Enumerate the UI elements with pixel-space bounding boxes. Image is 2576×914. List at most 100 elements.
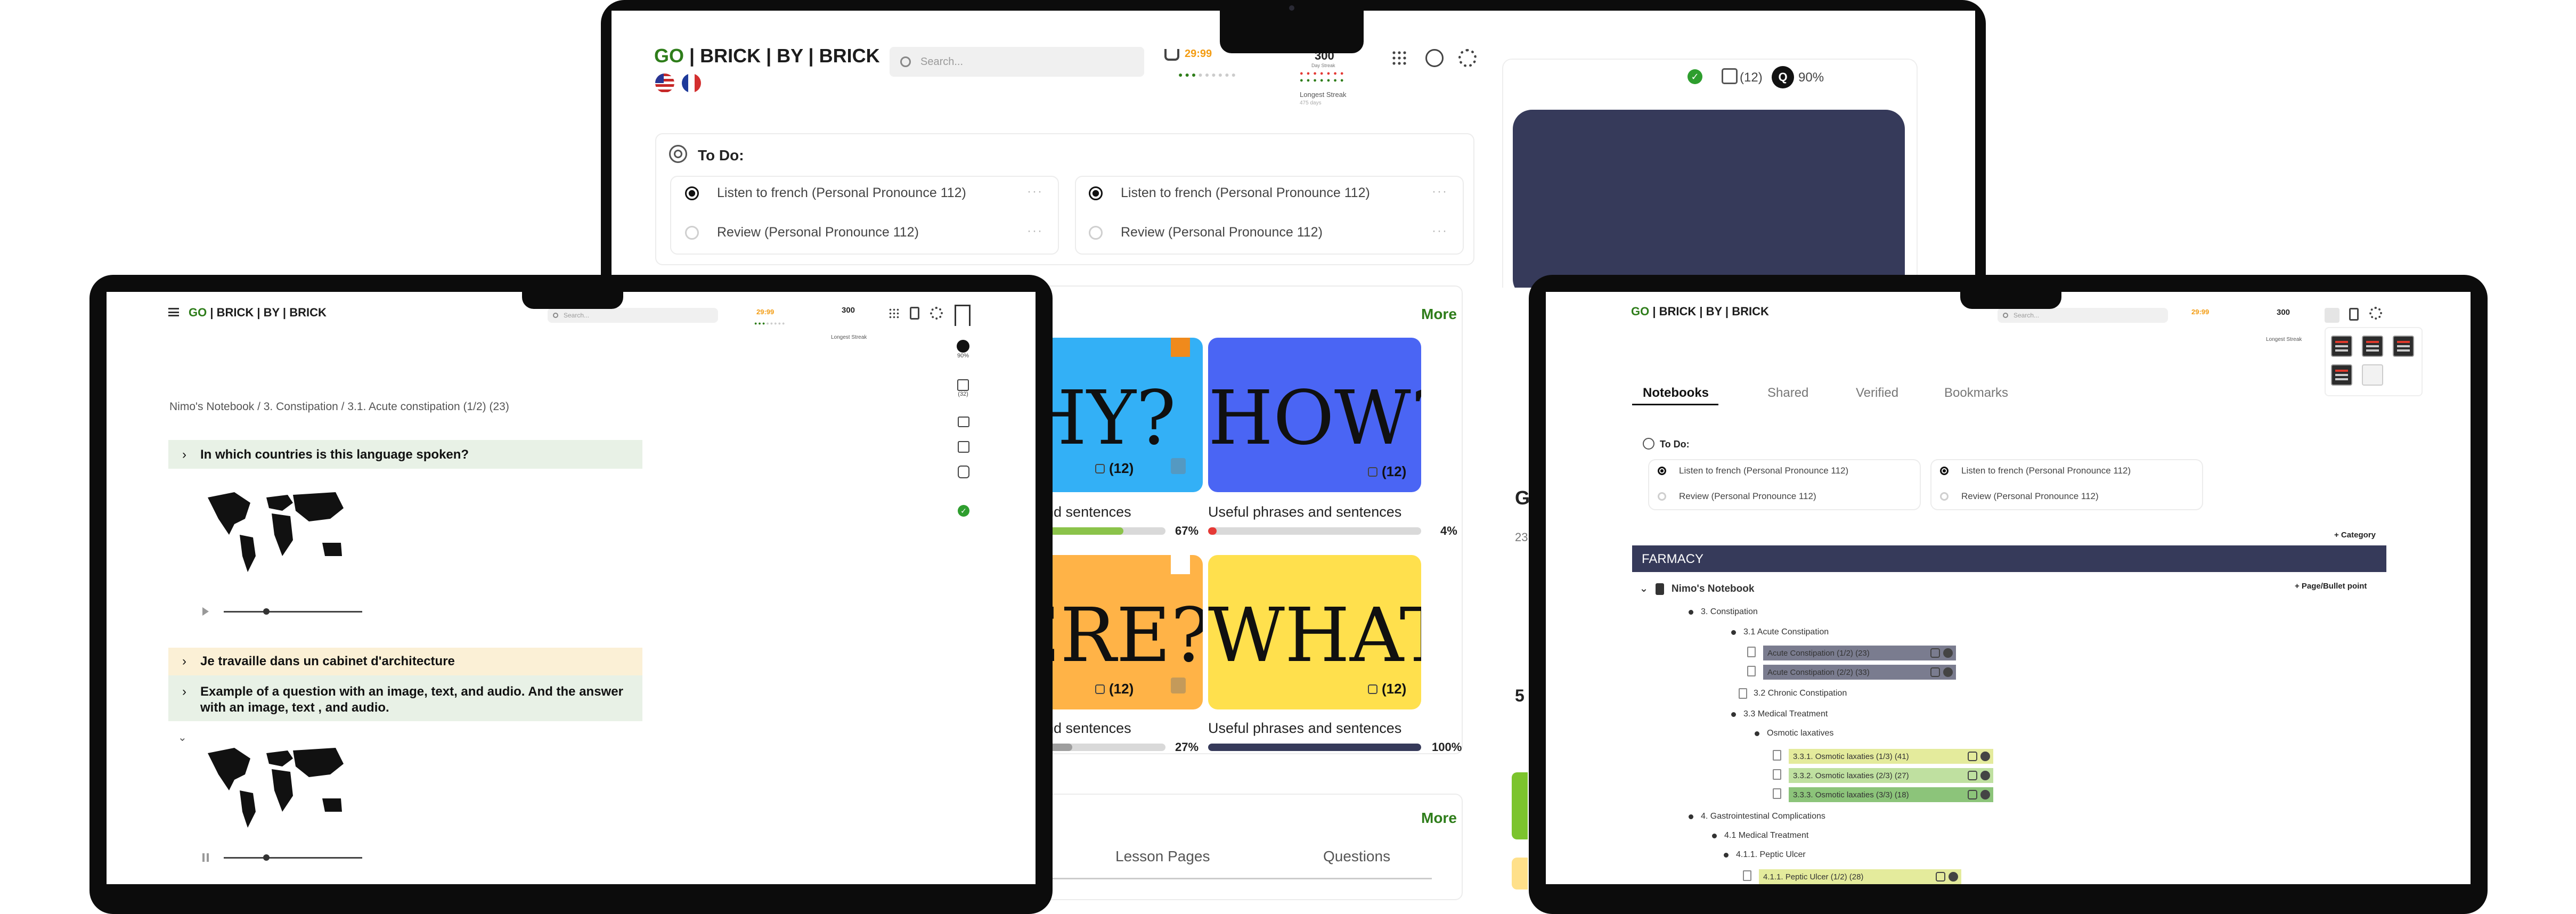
- app-logo[interactable]: GO | BRICK | BY | BRICK: [1631, 305, 1769, 319]
- audio-player[interactable]: [202, 852, 373, 863]
- tree-page-label[interactable]: Acute Constipation (1/2) (23): [1763, 646, 1956, 660]
- side-calendar[interactable]: (32): [952, 379, 974, 397]
- settings-gear-icon[interactable]: [1458, 49, 1477, 67]
- tree-page[interactable]: [1773, 788, 1788, 799]
- todo-item[interactable]: Review (Personal Pronounce 112): [1940, 491, 2099, 502]
- tree-item[interactable]: 4. Gastrointestinal Complications: [1689, 812, 1825, 821]
- tree-page-label[interactable]: 3.3.3. Osmotic laxaties (3/3) (18): [1789, 787, 1993, 802]
- tree-page-label[interactable]: 3.3.1. Osmotic laxaties (1/3) (41): [1789, 749, 1993, 764]
- todo-item[interactable]: Listen to french (Personal Pronounce 112…: [1089, 185, 1370, 201]
- calculator-icon[interactable]: [910, 307, 919, 320]
- todo-item[interactable]: Listen to french (Personal Pronounce 112…: [685, 185, 966, 201]
- tab-lesson-pages[interactable]: Lesson Pages: [1115, 848, 1210, 865]
- bookmark-icon[interactable]: [955, 305, 971, 326]
- us-flag-icon[interactable]: [655, 74, 674, 93]
- tab-verified[interactable]: Verified: [1856, 386, 1898, 401]
- settings-gear-icon[interactable]: [930, 307, 943, 320]
- fr-flag-icon[interactable]: [682, 74, 701, 93]
- tree-page[interactable]: [1773, 750, 1788, 761]
- tile-pct: 27%: [1175, 740, 1199, 754]
- tree-page[interactable]: [1747, 647, 1762, 657]
- page-thumbnail[interactable]: [2362, 336, 2383, 357]
- tile-word: HOW?: [1208, 375, 1421, 462]
- todo-item[interactable]: Review (Personal Pronounce 112): [1658, 491, 1816, 502]
- todo-more-icon[interactable]: ···: [1027, 224, 1043, 239]
- todo-item[interactable]: Review (Personal Pronounce 112): [1089, 225, 1323, 240]
- tile-progress: [1208, 527, 1421, 535]
- todo-more-icon[interactable]: ···: [1432, 184, 1448, 199]
- tree-item[interactable]: 3.1 Acute Constipation: [1731, 627, 1829, 637]
- question-row[interactable]: › In which countries is this language spo…: [182, 447, 469, 462]
- tree-page[interactable]: [1747, 666, 1762, 676]
- search-input[interactable]: Search...: [890, 47, 1144, 77]
- breadcrumb[interactable]: Nimo's Notebook / 3. Constipation / 3.1.…: [169, 401, 509, 413]
- lesson-tile[interactable]: HY? (12): [1038, 338, 1203, 492]
- tree-page[interactable]: [1743, 870, 1758, 881]
- audio-track[interactable]: [224, 611, 362, 613]
- lesson-tile[interactable]: ERE? (12): [1038, 555, 1203, 709]
- tree-item[interactable]: 3.3 Medical Treatment: [1731, 709, 1828, 719]
- share-icon[interactable]: [958, 417, 969, 427]
- chat-icon[interactable]: [958, 466, 969, 478]
- note-icon[interactable]: [958, 441, 969, 453]
- todo-item[interactable]: Review (Personal Pronounce 112): [685, 225, 919, 240]
- menu-icon[interactable]: [168, 308, 179, 316]
- tree-item[interactable]: 3.2 Chronic Constipation: [1739, 688, 1847, 699]
- question-row[interactable]: › Je travaille dans un cabinet d'architec…: [182, 654, 455, 669]
- todo-more-icon[interactable]: ···: [1432, 224, 1448, 239]
- add-category-link[interactable]: + Category: [2334, 531, 2376, 540]
- app-logo[interactable]: GO | BRICK | BY | BRICK: [654, 45, 880, 67]
- tree-item[interactable]: 3. Constipation: [1689, 607, 1758, 617]
- todo-item[interactable]: Listen to french (Personal Pronounce 112…: [1658, 466, 1848, 476]
- bookmark-icon[interactable]: [1171, 555, 1190, 574]
- add-thumbnail-icon[interactable]: [2362, 364, 2383, 386]
- tree-page[interactable]: [1773, 769, 1788, 780]
- tab-questions[interactable]: Questions: [1323, 848, 1390, 865]
- audio-knob[interactable]: [263, 608, 270, 615]
- app-logo[interactable]: GO | BRICK | BY | BRICK: [189, 306, 327, 320]
- chevron-down-icon[interactable]: ⌄: [178, 731, 187, 744]
- apps-grid-icon[interactable]: [888, 308, 899, 319]
- calendar-icon[interactable]: [1722, 68, 1738, 84]
- more-link[interactable]: More: [1421, 306, 1457, 323]
- tree-item[interactable]: 4.1 Medical Treatment: [1712, 831, 1808, 840]
- apps-grid-icon[interactable]: [1391, 50, 1407, 66]
- pause-icon[interactable]: [202, 853, 209, 862]
- tab-bookmarks[interactable]: Bookmarks: [1944, 386, 2008, 401]
- side-quiz[interactable]: 90%: [952, 340, 974, 359]
- apps-grid-icon[interactable]: [2325, 308, 2339, 323]
- tree-item[interactable]: 4.1.1. Peptic Ulcer: [1724, 850, 1806, 860]
- search-input[interactable]: Search...: [548, 308, 718, 323]
- left-laptop-screen: GO | BRICK | BY | BRICK Search... 29:99 …: [107, 292, 1036, 884]
- globe-icon[interactable]: [1425, 49, 1444, 67]
- tree-page-label[interactable]: Acute Constipation (2/2) (33): [1763, 665, 1956, 680]
- page-thumbnail[interactable]: [2393, 336, 2414, 357]
- calculator-icon[interactable]: [2349, 308, 2359, 321]
- bookmark-icon[interactable]: [1171, 338, 1190, 357]
- page-thumbnail[interactable]: [2331, 336, 2352, 357]
- audio-knob[interactable]: [263, 854, 270, 861]
- page-thumbnail[interactable]: [2331, 364, 2352, 386]
- settings-gear-icon[interactable]: [2369, 307, 2382, 320]
- lesson-tile[interactable]: WHAT? (12): [1208, 555, 1421, 709]
- audio-player[interactable]: [202, 606, 373, 617]
- longest-streak-sub: 475 days: [1300, 100, 1322, 106]
- quiz-icon[interactable]: Q: [1772, 66, 1794, 88]
- farmacy-bar[interactable]: [1632, 545, 2386, 572]
- tree-page-label[interactable]: 3.3.2. Osmotic laxaties (2/3) (27): [1789, 768, 1993, 783]
- lesson-tile[interactable]: HOW? (12): [1208, 338, 1421, 492]
- more-link[interactable]: More: [1421, 810, 1457, 827]
- audio-track[interactable]: [224, 857, 362, 859]
- search-input[interactable]: Search...: [1998, 308, 2168, 323]
- tree-page-label[interactable]: 4.1.1. Peptic Ulcer (1/2) (28): [1759, 869, 1961, 884]
- tile-caption: Useful phrases and sentences: [1208, 504, 1402, 520]
- play-icon[interactable]: [202, 607, 209, 616]
- todo-more-icon[interactable]: ···: [1027, 184, 1043, 199]
- notebook-row[interactable]: ⌄ Nimo's Notebook: [1640, 583, 1754, 595]
- tree-item[interactable]: Osmotic laxatives: [1755, 729, 1833, 738]
- todo-item[interactable]: Listen to french (Personal Pronounce 112…: [1940, 466, 2131, 476]
- question-row[interactable]: › Example of a question with an image, te…: [182, 684, 630, 716]
- add-page-link[interactable]: + Page/Bullet point: [2295, 582, 2367, 591]
- tab-shared[interactable]: Shared: [1767, 386, 1808, 401]
- tab-notebooks[interactable]: Notebooks: [1643, 386, 1709, 401]
